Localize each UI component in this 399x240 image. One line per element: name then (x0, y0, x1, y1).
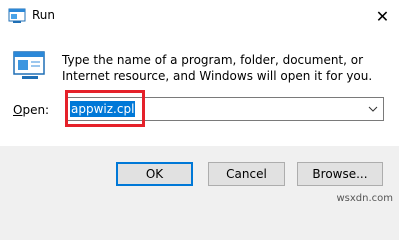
window-title: Run (32, 8, 56, 22)
watermark-text: wsxdn.com (336, 193, 393, 204)
instructions-text: Type the name of a program, folder, docu… (62, 53, 373, 83)
ok-button[interactable]: OK (116, 162, 193, 186)
run-program-icon (13, 50, 47, 82)
browse-button[interactable]: Browse... (297, 162, 383, 186)
close-icon: ✕ (375, 7, 390, 26)
highlight-box (65, 90, 145, 127)
title-bar[interactable]: Run ✕ (0, 0, 399, 33)
close-button[interactable]: ✕ (366, 0, 399, 33)
chevron-down-icon (368, 106, 378, 112)
open-label: Open: (13, 103, 49, 117)
run-dialog: Run ✕ Type the name of a program, folder… (0, 0, 399, 207)
cancel-button[interactable]: Cancel (208, 162, 285, 186)
dropdown-button[interactable] (363, 98, 383, 120)
run-icon (8, 8, 26, 24)
open-label-text: pen: (22, 103, 50, 117)
